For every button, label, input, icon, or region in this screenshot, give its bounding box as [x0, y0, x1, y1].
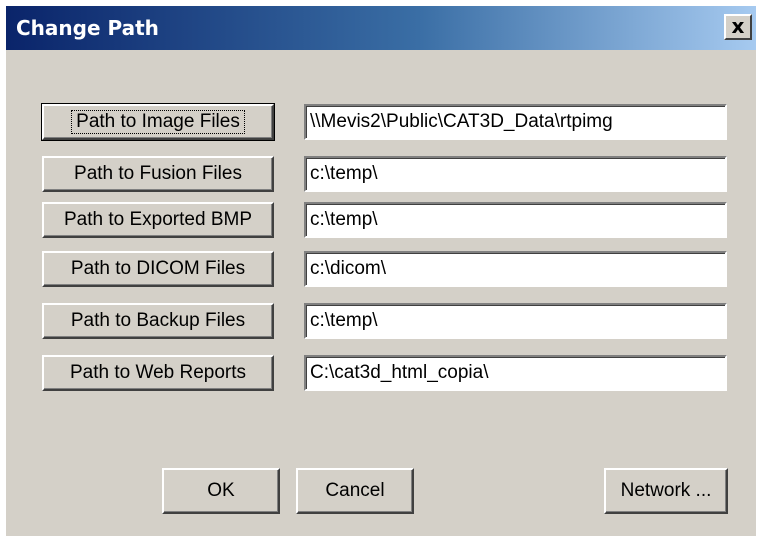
ok-label: OK [207, 480, 235, 501]
backup-files-path-input[interactable]: c:\temp\ [304, 303, 727, 339]
close-icon: x [731, 14, 745, 38]
ok-button[interactable]: OK [162, 468, 280, 514]
path-to-backup-files-button[interactable]: Path to Backup Files [42, 303, 274, 339]
path-to-fusion-files-button[interactable]: Path to Fusion Files [42, 156, 274, 192]
network-label: Network ... [620, 480, 712, 501]
exported-bmp-path-input[interactable]: c:\temp\ [304, 202, 727, 238]
cancel-label: Cancel [325, 480, 385, 501]
path-to-dicom-files-button[interactable]: Path to DICOM Files [42, 251, 274, 287]
path-to-exported-bmp-label: Path to Exported BMP [64, 209, 252, 230]
path-to-dicom-files-label: Path to DICOM Files [70, 258, 246, 279]
dialog-title: Change Path [16, 16, 159, 40]
dicom-files-path-input[interactable]: c:\dicom\ [304, 251, 727, 287]
cancel-button[interactable]: Cancel [296, 468, 414, 514]
network-button[interactable]: Network ... [604, 468, 728, 514]
path-to-exported-bmp-button[interactable]: Path to Exported BMP [42, 202, 274, 238]
image-files-path-input[interactable]: \\Mevis2\Public\CAT3D_Data\rtpimg [304, 104, 727, 140]
path-to-web-reports-button[interactable]: Path to Web Reports [42, 355, 274, 391]
change-path-dialog: Change Path x Path to Image Files \\Mevi… [6, 6, 756, 536]
path-to-image-files-button[interactable]: Path to Image Files [41, 103, 275, 141]
path-to-image-files-label: Path to Image Files [71, 110, 245, 134]
path-to-web-reports-label: Path to Web Reports [69, 362, 247, 383]
title-bar[interactable]: Change Path x [6, 6, 756, 50]
path-to-fusion-files-label: Path to Fusion Files [74, 163, 242, 184]
close-button[interactable]: x [724, 14, 752, 40]
fusion-files-path-input[interactable]: c:\temp\ [304, 156, 727, 192]
path-to-backup-files-label: Path to Backup Files [70, 310, 246, 331]
web-reports-path-input[interactable]: C:\cat3d_html_copia\ [304, 355, 727, 391]
